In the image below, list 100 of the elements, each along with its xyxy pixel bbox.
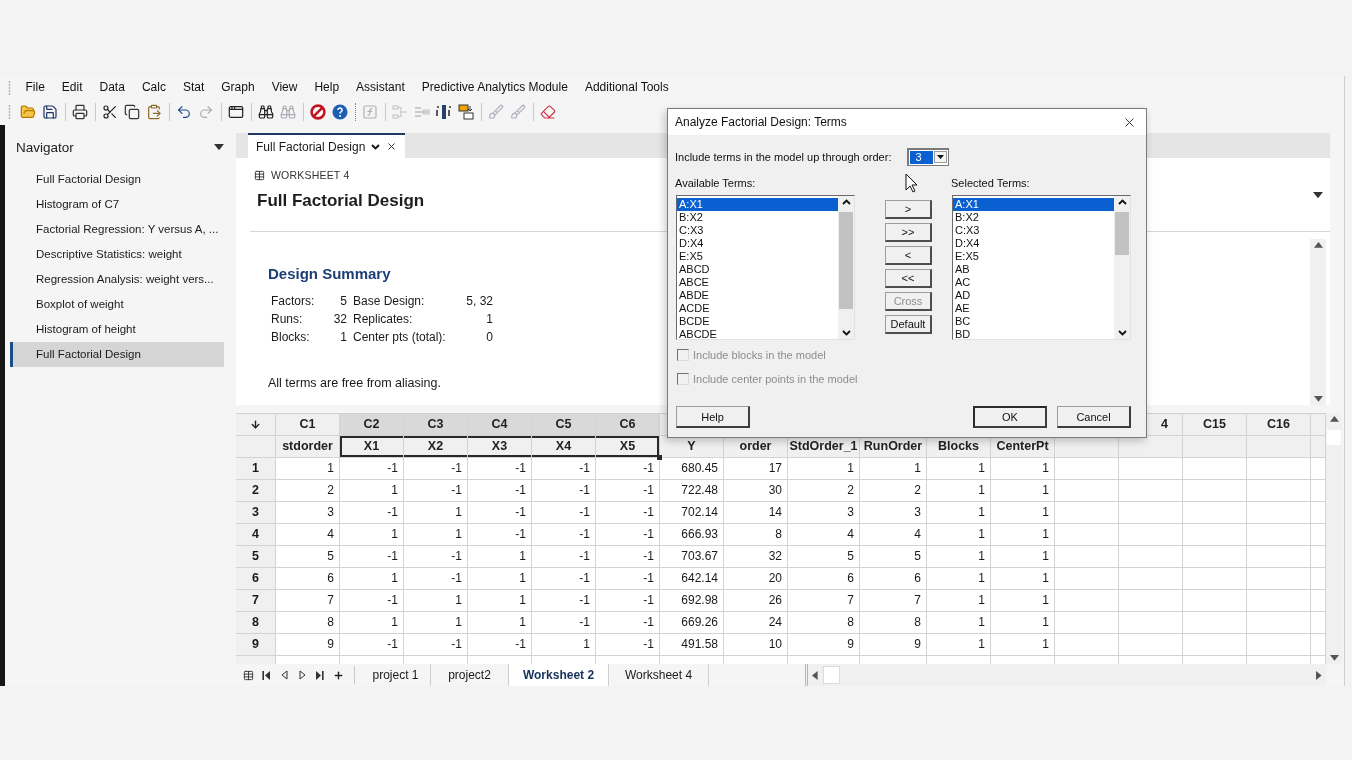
row-header[interactable]: 2 [236, 480, 276, 502]
scrollbar[interactable] [838, 196, 854, 339]
scrollbar-thumb[interactable] [1115, 212, 1129, 255]
list-item[interactable]: AE [953, 302, 1114, 315]
document-tab[interactable]: Full Factorial Design [248, 133, 406, 158]
column-name-cell[interactable] [1055, 436, 1119, 458]
stop-icon[interactable] [310, 104, 326, 120]
column-name-cell[interactable] [1247, 436, 1311, 458]
help-button[interactable]: Help [676, 406, 750, 428]
paste-icon[interactable] [146, 104, 162, 120]
triangle-left-icon[interactable] [280, 670, 288, 680]
menu-item[interactable]: Additional Tools [576, 76, 678, 99]
list-item[interactable]: AD [953, 289, 1114, 302]
column-name-cell[interactable] [1183, 436, 1247, 458]
column-name-cell[interactable]: RunOrder [860, 436, 927, 458]
caret-icon[interactable] [214, 143, 224, 151]
chevron-up-icon[interactable] [841, 199, 851, 205]
column-header[interactable]: 4 [1147, 414, 1183, 436]
column-header[interactable]: C4 [468, 414, 532, 436]
list-item[interactable]: BD [953, 328, 1114, 339]
column-header[interactable]: C3 [404, 414, 468, 436]
row-header[interactable]: 9 [236, 634, 276, 656]
list-item[interactable]: BCDE [677, 315, 838, 328]
chevron-down-icon[interactable] [841, 330, 851, 336]
triangle-left-icon[interactable] [812, 670, 818, 680]
column-header[interactable]: C2 [340, 414, 404, 436]
navigator-item[interactable]: Boxplot of weight [10, 292, 224, 317]
list-item[interactable]: ACDE [677, 302, 838, 315]
eraser-icon[interactable] [540, 104, 556, 120]
copy-icon[interactable] [124, 104, 140, 120]
list-item[interactable]: D:X4 [677, 237, 838, 250]
list-item[interactable]: AB [953, 263, 1114, 276]
chevron-up-icon[interactable] [1117, 199, 1127, 205]
scrollbar-thumb[interactable] [839, 212, 853, 309]
menu-item[interactable]: Calc [133, 76, 175, 99]
menu-item[interactable]: Stat [174, 76, 213, 99]
column-name-cell[interactable]: X4 [532, 436, 596, 458]
scrollbar[interactable] [1310, 239, 1326, 405]
chevron-down-icon[interactable] [1117, 330, 1127, 336]
list-item[interactable]: BC [953, 315, 1114, 328]
navigator-item[interactable]: Factorial Regression: Y versus A, ... [10, 217, 224, 242]
menu-item[interactable]: File [17, 76, 54, 99]
triangle-down-icon[interactable] [1313, 396, 1323, 402]
chevron-down-icon[interactable] [371, 143, 381, 150]
scrollbar-thumb[interactable] [823, 666, 840, 684]
triangle-up-icon[interactable] [1329, 416, 1339, 422]
list-item[interactable]: D:X4 [953, 237, 1114, 250]
column-name-cell[interactable]: CenterPt [991, 436, 1055, 458]
sheet-tab[interactable]: project 1 [361, 664, 431, 686]
close-icon[interactable] [386, 141, 398, 152]
column-header[interactable]: C5 [532, 414, 596, 436]
menu-item[interactable]: Assistant [347, 76, 414, 99]
list-item[interactable]: ABCDE [677, 328, 838, 339]
triangle-right-icon[interactable] [1316, 670, 1322, 680]
column-name-cell[interactable]: order [724, 436, 788, 458]
order-dropdown[interactable]: 3 [907, 147, 949, 166]
term-button[interactable]: >> [885, 223, 932, 242]
skip-first-icon[interactable] [262, 670, 270, 680]
scrollbar[interactable] [1114, 196, 1130, 339]
list-item[interactable]: ABCD [677, 263, 838, 276]
undo-icon[interactable] [176, 104, 192, 120]
cancel-button[interactable]: Cancel [1057, 406, 1131, 428]
ok-button[interactable]: OK [973, 406, 1047, 428]
selection-handle[interactable] [657, 455, 662, 460]
menu-item[interactable]: View [263, 76, 306, 99]
navigator-item[interactable]: Full Factorial Design [10, 342, 224, 367]
folder-icon[interactable] [20, 104, 36, 120]
term-button[interactable]: << [885, 269, 932, 288]
list-item[interactable]: E:X5 [677, 250, 838, 263]
menu-item[interactable]: Graph [212, 76, 264, 99]
column-header[interactable]: C6 [596, 414, 660, 436]
list-item[interactable]: C:X3 [953, 224, 1114, 237]
navigator-item[interactable]: Histogram of C7 [10, 192, 224, 217]
help-icon[interactable] [332, 104, 348, 120]
row-header[interactable]: 1 [236, 458, 276, 480]
list-item[interactable]: C:X3 [677, 224, 838, 237]
printer-icon[interactable] [72, 104, 88, 120]
triangle-up-icon[interactable] [1313, 242, 1323, 248]
navigator-item[interactable]: Descriptive Statistics: weight [10, 242, 224, 267]
navigator-item[interactable]: Full Factorial Design [10, 167, 224, 192]
list-item[interactable]: B:X2 [677, 211, 838, 224]
triangle-right-icon[interactable] [298, 670, 306, 680]
term-list[interactable]: A:X1 B:X2 C:X3 D:X4 E:X5 ABCD ABCE ABDE ACDE BCDE ABCDE [676, 195, 855, 340]
column-name-cell[interactable]: X5 [596, 436, 660, 458]
column-header[interactable]: C16 [1247, 414, 1311, 436]
column-name-cell[interactable]: Y [660, 436, 724, 458]
navigator-item[interactable]: Regression Analysis: weight vers... [10, 267, 224, 292]
term-button[interactable]: > [885, 200, 932, 219]
sheet-tab[interactable]: Worksheet 4 [609, 664, 709, 686]
sheet-tab[interactable]: Worksheet 2 [509, 664, 609, 686]
list-item[interactable]: A:X1 [677, 198, 838, 211]
save-icon[interactable] [42, 104, 58, 120]
caret-icon[interactable] [934, 150, 947, 163]
column-name-cell[interactable] [1311, 436, 1326, 458]
term-button[interactable]: < [885, 246, 932, 265]
row-header[interactable]: 3 [236, 502, 276, 524]
list-item[interactable]: AC [953, 276, 1114, 289]
scrollbar[interactable] [805, 664, 1326, 686]
menu-item[interactable]: Predictive Analytics Module [413, 76, 577, 99]
row-header[interactable]: 8 [236, 612, 276, 634]
